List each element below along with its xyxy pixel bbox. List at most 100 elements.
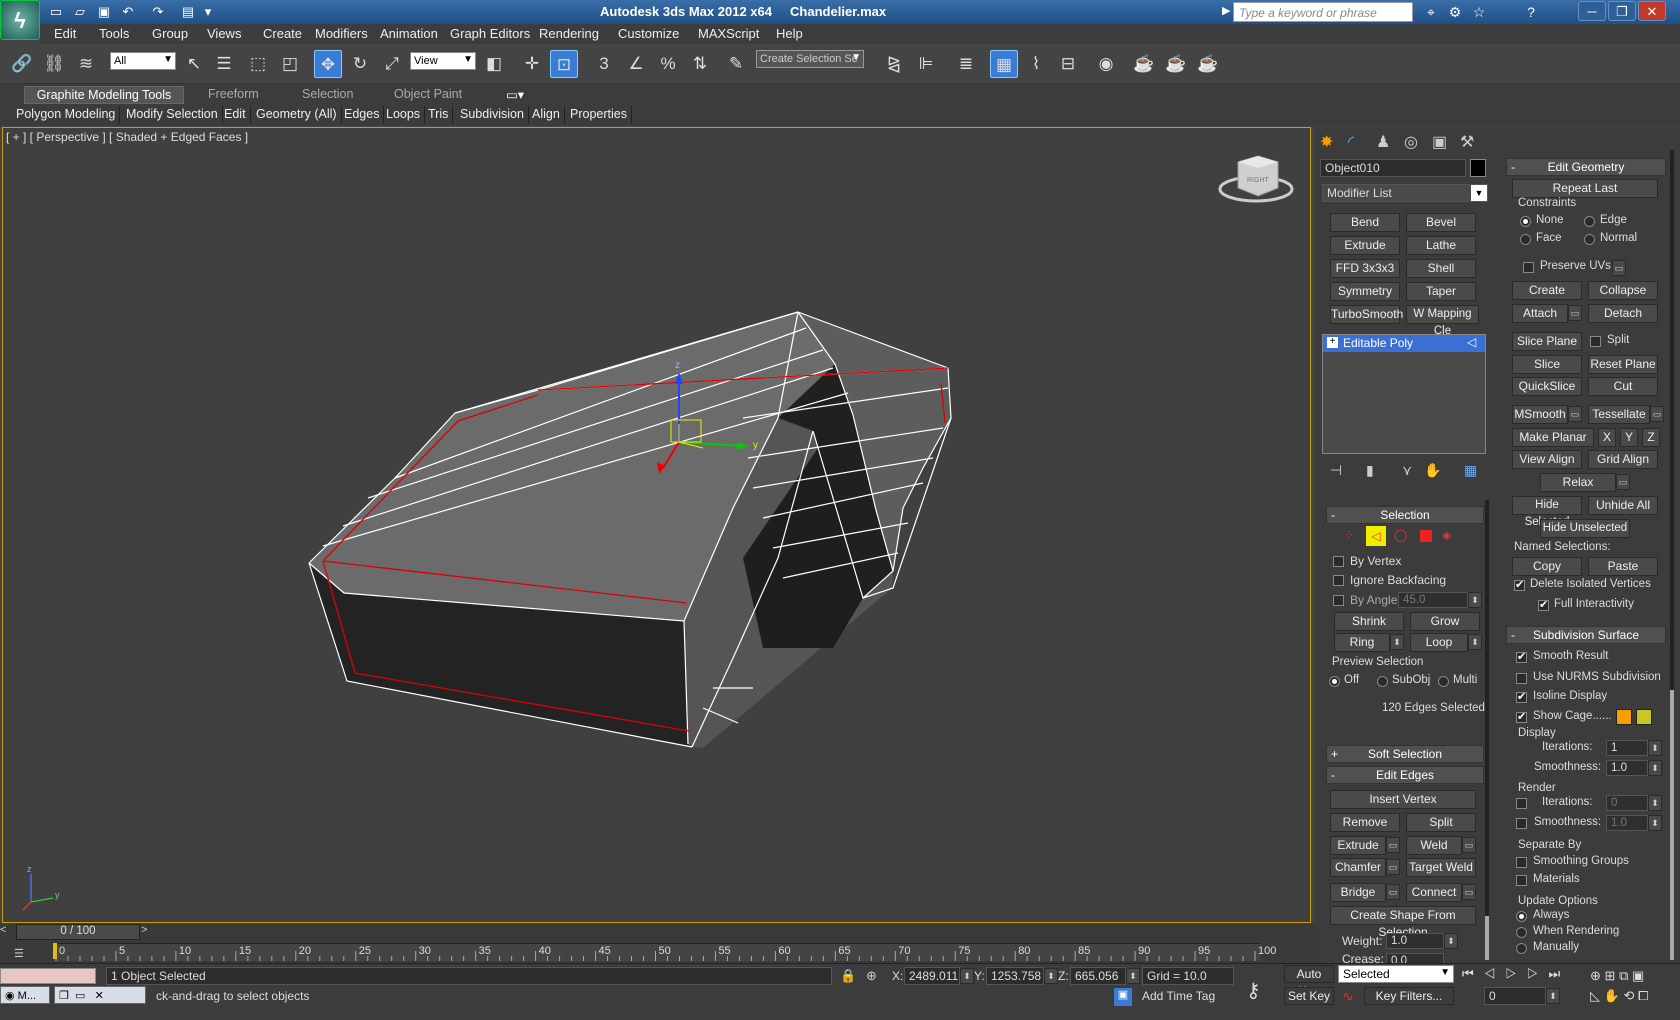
render-smoothness-spin-arrows[interactable]: ⬍ — [1648, 815, 1662, 831]
modifier-uvw-mapping-button[interactable]: W Mapping Cle — [1406, 305, 1479, 337]
create-tab-icon[interactable]: ✸ — [1320, 132, 1333, 152]
modifier-ffd-button[interactable]: FFD 3x3x3 — [1330, 259, 1400, 278]
tab-selection[interactable]: Selection — [296, 86, 359, 104]
current-frame-spinner[interactable]: ⬍ — [1546, 988, 1560, 1004]
display-tab-icon[interactable]: ▣ — [1432, 132, 1447, 152]
quickslice-button[interactable]: QuickSlice — [1512, 377, 1582, 396]
connect-button[interactable]: Connect — [1406, 883, 1462, 902]
coord-z-field[interactable]: 665.056 — [1070, 967, 1126, 985]
absolute-mode-icon[interactable]: ⊕ — [866, 968, 877, 984]
grow-button[interactable]: Grow — [1410, 612, 1480, 631]
iterations-spin-arrows[interactable]: ⬍ — [1648, 740, 1662, 756]
window-crossing-icon[interactable]: ◰ — [276, 50, 304, 78]
render-smoothness-checkbox[interactable] — [1516, 818, 1527, 829]
named-selection-dropdown[interactable]: Create Selection Se ▼ — [756, 50, 864, 68]
object-color-swatch[interactable] — [1470, 159, 1486, 177]
utilities-tab-icon[interactable]: ⚒ — [1460, 132, 1474, 152]
target-weld-button[interactable]: Target Weld — [1406, 858, 1476, 877]
modifier-lathe-button[interactable]: Lathe — [1406, 236, 1476, 255]
show-cage-checkbox[interactable] — [1516, 710, 1527, 723]
weight-spinner[interactable]: 1.0 — [1386, 933, 1444, 949]
reference-coord-dropdown[interactable]: View ▼ — [410, 52, 476, 70]
menu-animation[interactable]: Animation — [380, 26, 438, 41]
extrude-edges-button[interactable]: Extrude — [1330, 836, 1386, 855]
menu-edit[interactable]: Edit — [54, 26, 76, 41]
redo-icon[interactable]: ↷ — [148, 2, 168, 22]
cut-button[interactable]: Cut — [1588, 377, 1658, 396]
msmooth-settings-icon[interactable]: ▭ — [1568, 406, 1582, 422]
edit-geometry-rollout-header[interactable]: - Edit Geometry — [1506, 158, 1666, 176]
update-always-radio[interactable] — [1516, 911, 1527, 922]
menu-create[interactable]: Create — [263, 26, 302, 41]
open-file-icon[interactable]: ▱ — [70, 2, 90, 22]
smoothness-spin-arrows[interactable]: ⬍ — [1648, 760, 1662, 776]
modifier-list-dropdown[interactable]: Modifier List ▼ — [1322, 184, 1488, 202]
menu-customize[interactable]: Customize — [618, 26, 679, 41]
subscription-icon[interactable]: ⚙ — [1444, 2, 1466, 22]
goto-end-icon[interactable]: ⏭ — [1549, 966, 1571, 981]
hierarchy-tab-icon[interactable]: ♟ — [1376, 132, 1390, 152]
tessellate-button[interactable]: Tessellate — [1588, 405, 1650, 424]
make-planar-z-button[interactable]: Z — [1642, 428, 1660, 447]
extrude-settings-icon[interactable]: ▭ — [1386, 837, 1400, 853]
binoculars-icon[interactable]: ⌖ — [1420, 2, 1442, 22]
coord-y-spinner[interactable]: ⬍ — [1044, 968, 1058, 984]
percent-snap-icon[interactable]: % — [654, 50, 682, 78]
prev-frame-icon[interactable]: ◁ — [1484, 966, 1506, 981]
key-curve-icon[interactable]: ∿ — [1342, 988, 1354, 1005]
keyboard-shortcut-override-icon[interactable]: ⊡ — [550, 50, 578, 78]
taskbar-close-icon[interactable]: ✕ — [95, 990, 104, 1002]
favorites-icon[interactable]: ☆ — [1468, 2, 1490, 22]
zoom-all-icon[interactable]: ⊞ — [1605, 968, 1616, 983]
ribbon-loops[interactable]: Loops — [382, 106, 426, 124]
align-icon[interactable]: ⊫ — [912, 50, 940, 78]
make-planar-y-button[interactable]: Y — [1620, 428, 1638, 447]
schematic-view-icon[interactable]: ⊟ — [1054, 50, 1082, 78]
ring-spinner[interactable]: ⬍ — [1390, 634, 1404, 650]
viewport-label[interactable]: [ + ] [ Perspective ] [ Shaded + Edged F… — [6, 130, 248, 144]
selection-rollout-header[interactable]: - Selection — [1326, 506, 1484, 524]
vertex-level-icon[interactable]: ⁘ — [1344, 528, 1354, 542]
constraint-normal-radio[interactable] — [1584, 234, 1595, 245]
update-when-rendering-radio[interactable] — [1516, 927, 1527, 938]
select-manipulate-icon[interactable]: ✛ — [518, 50, 546, 78]
grid-align-button[interactable]: Grid Align — [1588, 450, 1658, 469]
subdivision-surface-rollout-header[interactable]: - Subdivision Surface — [1506, 626, 1666, 644]
remove-button[interactable]: Remove — [1330, 813, 1400, 832]
hide-selected-button[interactable]: Hide Selected — [1512, 496, 1582, 528]
make-planar-button[interactable]: Make Planar — [1512, 428, 1594, 447]
configure-modifier-sets-icon[interactable]: ▦ — [1464, 462, 1477, 479]
unlink-icon[interactable]: ⛓ — [40, 50, 68, 78]
full-interactivity-checkbox[interactable] — [1538, 598, 1549, 611]
maximize-viewport-icon[interactable]: ⧠ — [1638, 988, 1648, 1003]
by-angle-spin-arrows[interactable]: ⬍ — [1468, 592, 1482, 608]
smooth-result-checkbox[interactable] — [1516, 650, 1527, 663]
modifier-turbosmooth-button[interactable]: TurboSmooth — [1330, 305, 1403, 324]
search-input[interactable]: Type a keyword or phrase — [1233, 2, 1413, 22]
taskbar-restore-icon[interactable]: ❐ — [59, 990, 69, 1002]
msmooth-button[interactable]: MSmooth — [1512, 405, 1568, 424]
modifier-stack[interactable]: + Editable Poly ◁ — [1322, 334, 1486, 454]
tab-object-paint[interactable]: Object Paint — [388, 86, 468, 104]
split-checkbox[interactable] — [1590, 336, 1601, 347]
zoom-extents-all-icon[interactable]: ▣ — [1632, 968, 1644, 983]
smoothness-spinner[interactable]: 1.0 — [1606, 760, 1648, 776]
split-edges-button[interactable]: Split — [1406, 813, 1476, 832]
menu-group[interactable]: Group — [152, 26, 188, 41]
stack-item-editable-poly[interactable]: + Editable Poly ◁ — [1323, 335, 1485, 352]
current-frame-field[interactable]: 0 — [1484, 987, 1546, 1005]
curve-editor-icon[interactable]: ⌇ — [1022, 50, 1050, 78]
element-level-icon[interactable]: ◈ — [1442, 528, 1451, 542]
paste-button[interactable]: Paste — [1588, 557, 1658, 576]
scale-icon[interactable]: ⤢ — [378, 50, 406, 78]
attach-button[interactable]: Attach — [1512, 304, 1568, 323]
detach-button[interactable]: Detach — [1588, 304, 1658, 323]
render-smoothness-spinner[interactable]: 1.0 — [1606, 815, 1648, 831]
bind-space-warp-icon[interactable]: ≋ — [72, 50, 100, 78]
render-iterations-checkbox[interactable] — [1516, 798, 1527, 809]
minimize-button[interactable]: ─ — [1578, 1, 1606, 21]
layer-manager-icon[interactable]: ≣ — [952, 50, 980, 78]
set-key-button[interactable]: Set Key — [1284, 987, 1334, 1005]
smoothing-groups-checkbox[interactable] — [1516, 857, 1527, 868]
project-folder-icon[interactable]: ▤ — [178, 2, 198, 22]
